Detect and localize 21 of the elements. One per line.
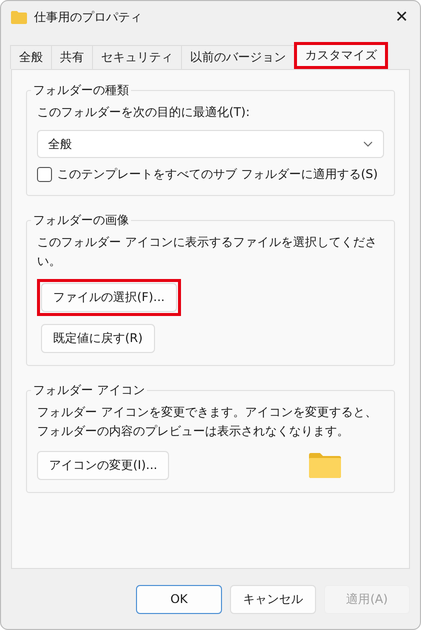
dropdown[interactable]: 全般 <box>37 130 384 158</box>
close-button[interactable]: ✕ <box>393 7 410 27</box>
restore-default-button[interactable]: 既定値に戻す(R) <box>41 324 155 353</box>
folder-icon <box>11 10 27 24</box>
group-title: フォルダー アイコン <box>32 382 146 399</box>
tab[interactable]: カスタマイズ <box>294 42 388 69</box>
window-title: 仕事用のプロパティ <box>34 8 143 26</box>
checkbox-label: このテンプレートをすべてのサブ フォルダーに適用する(S) <box>57 166 378 183</box>
tab[interactable]: 全般 <box>10 45 52 69</box>
select-file-button[interactable]: ファイルの選択(F)... <box>41 283 177 312</box>
description-text: フォルダー アイコンを変更できます。アイコンを変更すると、フォルダーの内容のプレビューは表示されなくなります。 <box>37 404 378 440</box>
checkbox[interactable] <box>37 167 52 182</box>
chevron-down-icon <box>363 141 373 147</box>
dialog-button[interactable]: OK <box>136 584 222 614</box>
folder-icon <box>309 453 342 478</box>
dialog-button[interactable]: キャンセル <box>230 584 316 614</box>
description-text: このフォルダー アイコンに表示するファイルを選択してください。 <box>37 234 378 270</box>
field-label: このフォルダーを次の目的に最適化(T): <box>37 104 250 121</box>
change-icon-button[interactable]: アイコンの変更(I)... <box>37 451 170 480</box>
group-title: フォルダーの種類 <box>32 82 130 99</box>
group-title: フォルダーの画像 <box>32 212 130 229</box>
